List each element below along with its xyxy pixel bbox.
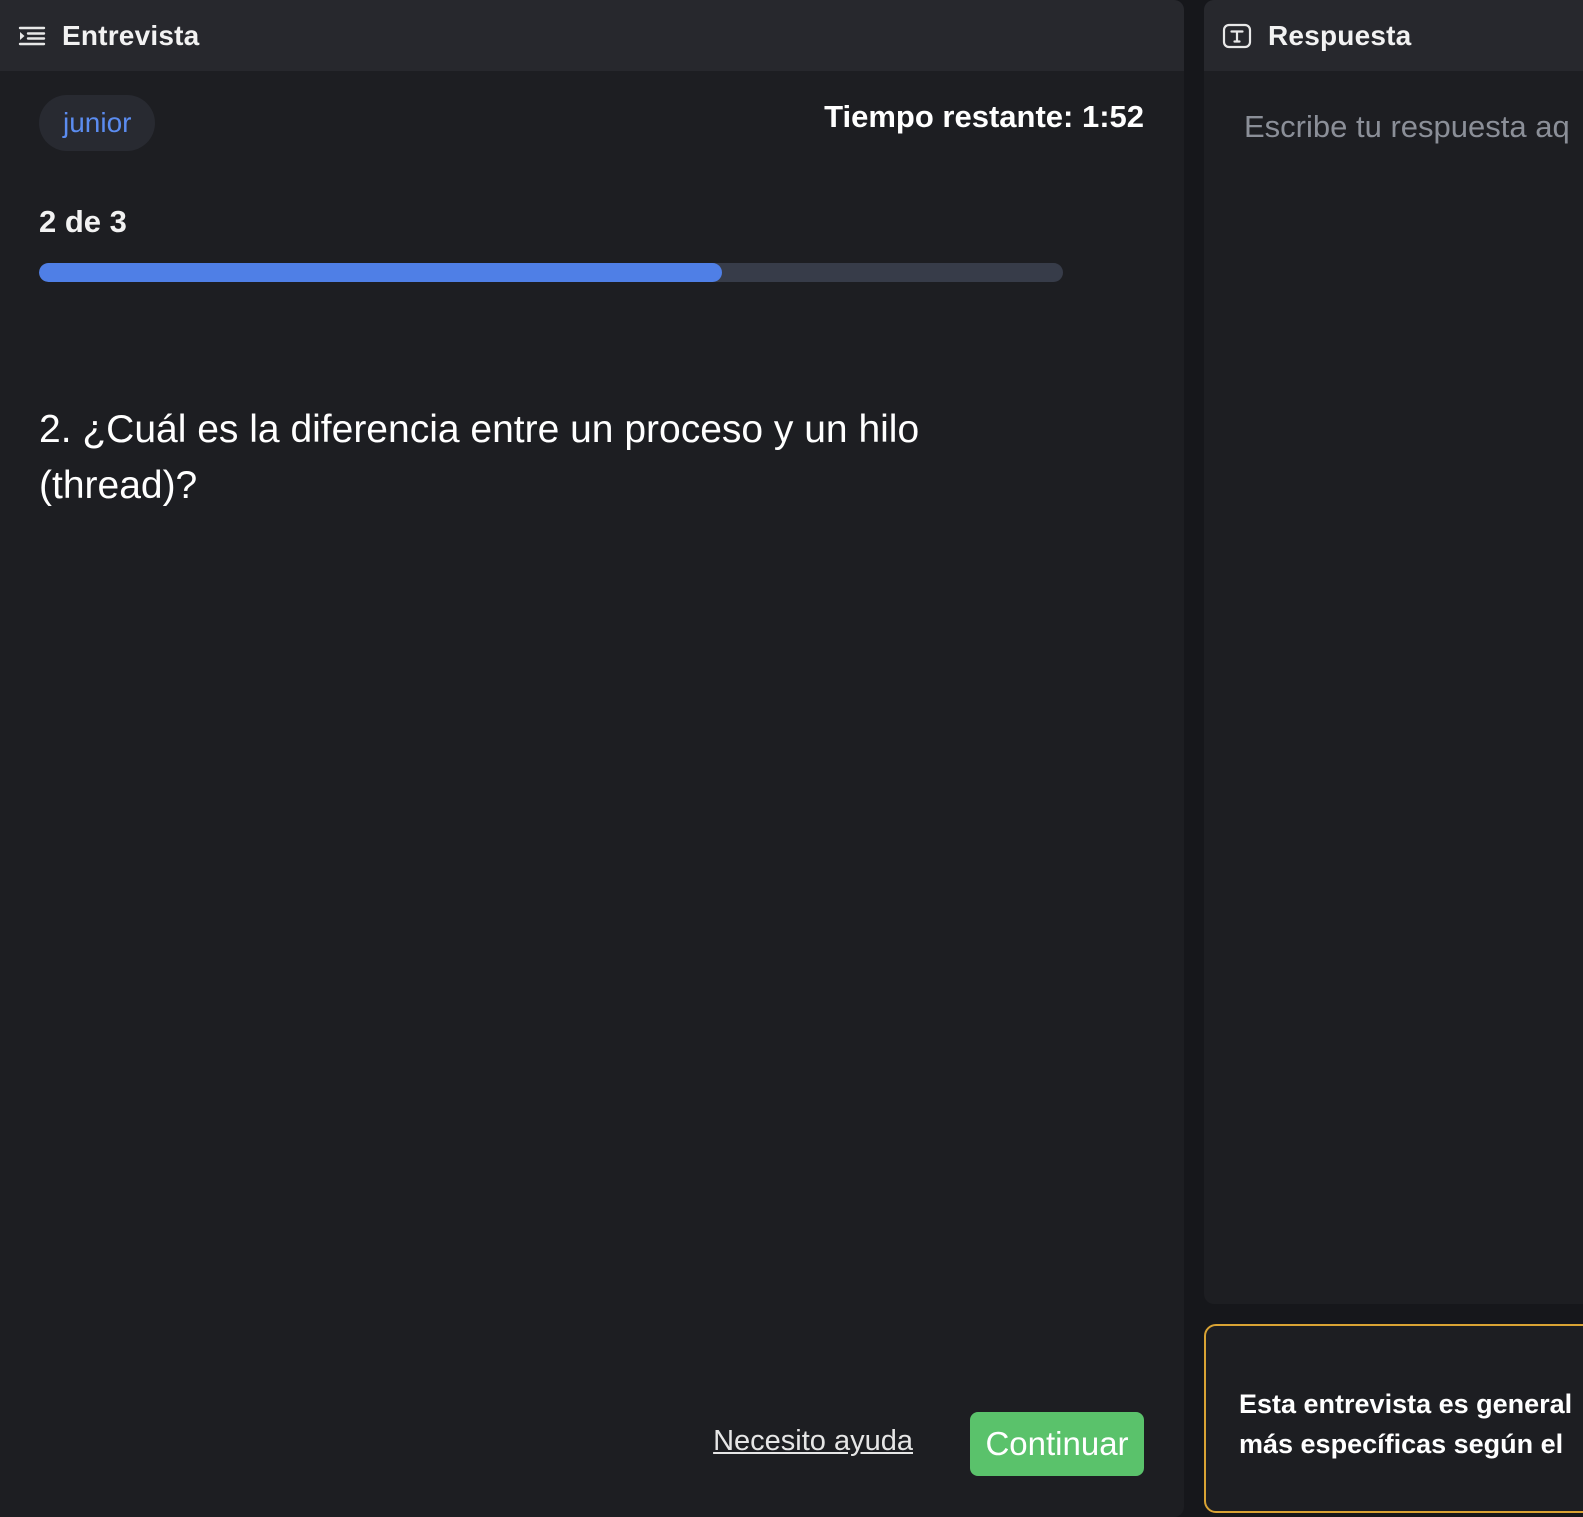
answer-title: Respuesta bbox=[1268, 19, 1412, 51]
interview-panel: Entrevista junior Tiempo restante: 1:52 … bbox=[0, 0, 1184, 1517]
notice-box: Esta entrevista es general más específic… bbox=[1204, 1324, 1583, 1513]
answer-input[interactable] bbox=[1204, 71, 1583, 1304]
progress-bar bbox=[39, 263, 1063, 282]
progress-label: 2 de 3 bbox=[39, 204, 127, 239]
progress-fill bbox=[39, 263, 722, 282]
indent-list-icon bbox=[18, 24, 46, 48]
answer-header: Respuesta bbox=[1204, 0, 1583, 71]
notice-text: Esta entrevista es general más específic… bbox=[1239, 1384, 1583, 1464]
notice-line: más específicas según el bbox=[1239, 1429, 1564, 1459]
answer-panel: Respuesta bbox=[1204, 0, 1583, 1304]
interview-header: Entrevista bbox=[0, 0, 1184, 71]
interview-title: Entrevista bbox=[62, 19, 200, 51]
continue-button[interactable]: Continuar bbox=[970, 1412, 1144, 1476]
help-link[interactable]: Necesito ayuda bbox=[713, 1425, 913, 1458]
level-badge: junior bbox=[39, 95, 156, 151]
notice-line: Esta entrevista es general bbox=[1239, 1389, 1573, 1419]
time-remaining: Tiempo restante: 1:52 bbox=[824, 99, 1144, 134]
text-box-icon bbox=[1222, 23, 1252, 49]
question-text: 2. ¿Cuál es la diferencia entre un proce… bbox=[39, 408, 920, 507]
